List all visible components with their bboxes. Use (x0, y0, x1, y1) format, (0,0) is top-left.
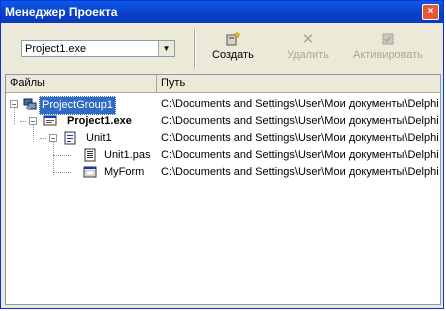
tree-item-path: C:\Documents and Settings\User\Мои докум… (161, 132, 439, 144)
project-group-icon (23, 98, 37, 110)
collapse-toggle[interactable]: − (10, 100, 18, 109)
collapse-toggle[interactable]: − (29, 117, 37, 126)
title-bar[interactable]: Менеджер Проекта × (1, 1, 443, 23)
tree-item-path: C:\Documents and Settings\User\Мои докум… (161, 166, 439, 178)
project-select-value: Project1.exe (25, 42, 87, 55)
column-files[interactable]: Файлы (6, 75, 157, 92)
project-manager-window: Менеджер Проекта × Project1.exe ▼ Создат… (0, 0, 444, 309)
tree-item-label: Unit1 (86, 132, 112, 144)
chevron-down-icon[interactable]: ▼ (158, 41, 174, 56)
form-icon (83, 166, 97, 178)
create-button[interactable]: Создать (212, 31, 254, 61)
activate-icon (353, 31, 423, 49)
tree-row[interactable]: MyForm C:\Documents and Settings\User\Мо… (6, 164, 440, 181)
toolbar-separator (194, 29, 196, 69)
toolbar: Project1.exe ▼ Создать ✕ Удалить Активир… (3, 25, 441, 71)
collapse-toggle[interactable]: − (49, 134, 57, 143)
new-item-icon (212, 31, 254, 49)
close-button[interactable]: × (422, 4, 439, 20)
activate-button[interactable]: Активировать (353, 31, 423, 61)
tree-row[interactable]: − ProjectGroup1 C:\Documents and Setting… (6, 96, 440, 115)
create-button-label: Создать (212, 49, 254, 61)
tree-row[interactable]: − Unit1 C:\Documents and Settings\User\М… (6, 130, 440, 147)
column-header: Файлы Путь (6, 75, 440, 93)
window-title: Менеджер Проекта (5, 5, 118, 19)
tree-item-path: C:\Documents and Settings\User\Мои докум… (161, 115, 439, 127)
project-tree-panel: Файлы Путь − ProjectGroup1 C:\Documents … (5, 74, 441, 305)
tree-item-path: C:\Documents and Settings\User\Мои докум… (161, 98, 439, 110)
tree-row[interactable]: − Project1.exe C:\Documents and Settings… (6, 113, 440, 130)
unit-icon (64, 131, 76, 145)
tree-item-label: MyForm (104, 166, 145, 178)
tree-item-label: Project1.exe (67, 115, 132, 127)
delete-icon: ✕ (301, 31, 315, 48)
pas-file-icon (84, 148, 96, 162)
delete-button-label: Удалить (287, 49, 329, 61)
activate-button-label: Активировать (353, 49, 424, 61)
project-exe-icon (43, 115, 57, 126)
tree-item-path: C:\Documents and Settings\User\Мои докум… (161, 149, 439, 161)
tree-item-label: Unit1.pas (104, 149, 151, 161)
project-select[interactable]: Project1.exe ▼ (21, 40, 175, 57)
tree-row[interactable]: Unit1.pas C:\Documents and Settings\User… (6, 147, 440, 164)
column-path[interactable]: Путь (157, 75, 440, 92)
delete-button[interactable]: ✕ Удалить (287, 31, 329, 61)
